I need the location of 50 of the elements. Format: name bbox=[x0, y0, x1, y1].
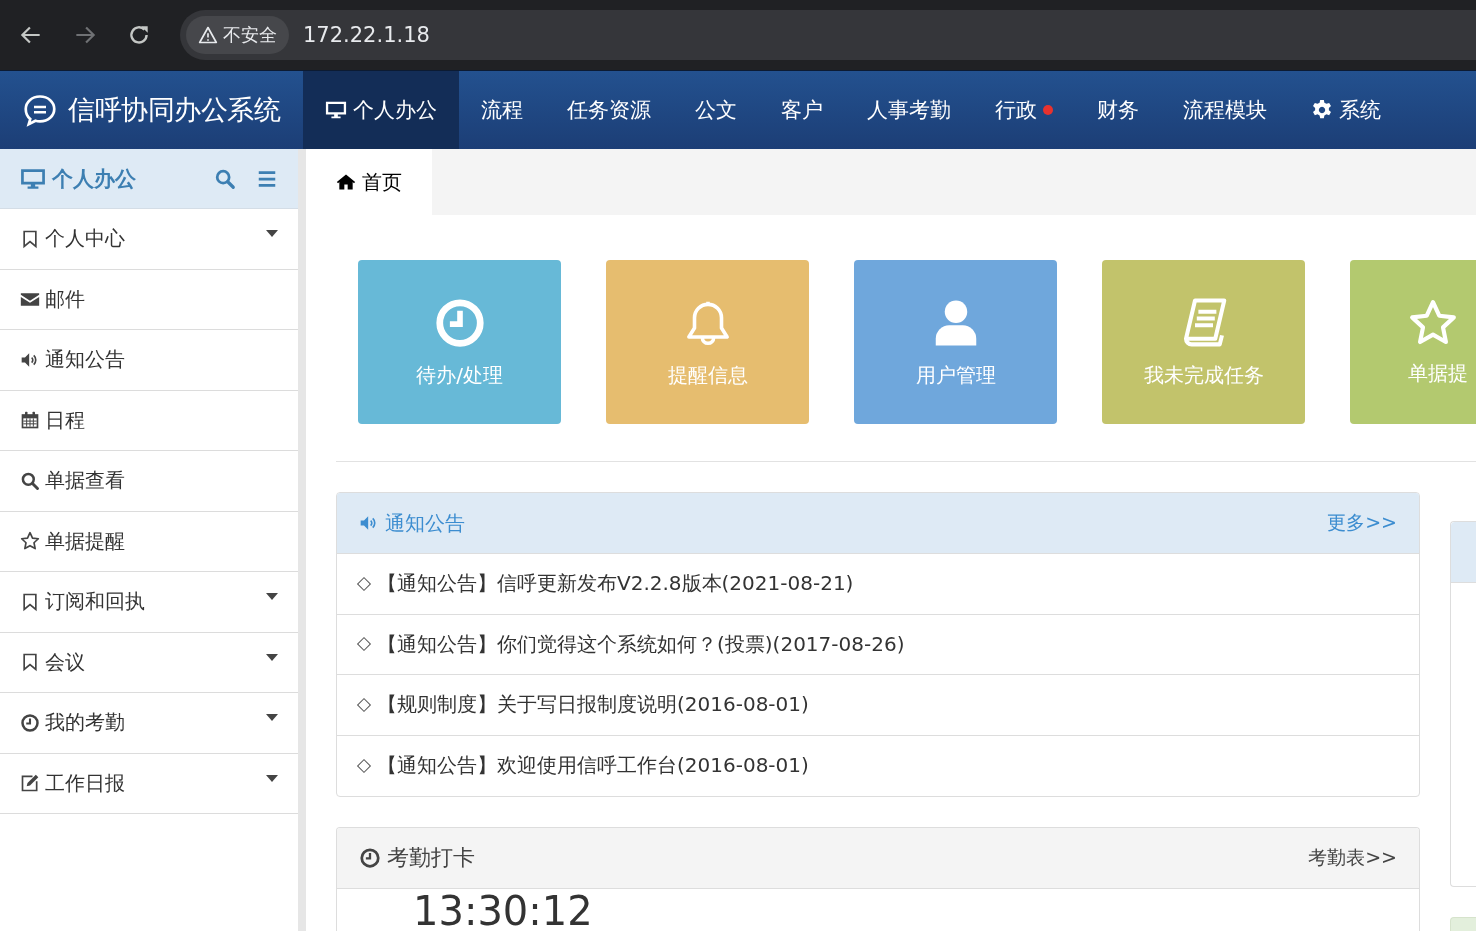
sidebar-item[interactable]: 单据提醒 bbox=[0, 511, 298, 572]
settings-icon bbox=[1311, 99, 1333, 121]
app-title: 信呼协同办公系统 bbox=[68, 93, 280, 127]
monitor-icon bbox=[325, 99, 347, 121]
nav-tab[interactable]: 客户 bbox=[759, 71, 845, 149]
chat-bubble-icon bbox=[22, 92, 58, 128]
nav-tab[interactable]: 系统 bbox=[1289, 71, 1403, 149]
edit-icon bbox=[20, 773, 40, 794]
search-icon bbox=[214, 167, 236, 190]
notice-item[interactable]: 【通知公告】欢迎使用信呼工作台(2016-08-01) bbox=[337, 735, 1419, 796]
sidebar-item[interactable]: 通知公告 bbox=[0, 330, 298, 391]
nav-tab[interactable]: 行政 bbox=[973, 71, 1075, 149]
home-tab[interactable]: 首页 bbox=[306, 149, 432, 215]
home-icon bbox=[336, 172, 356, 192]
sidebar-item[interactable]: 日程 bbox=[0, 390, 298, 451]
attendance-sheet-link[interactable]: 考勤表>> bbox=[1308, 845, 1397, 871]
bookmark-icon bbox=[20, 591, 40, 612]
bookmark-icon bbox=[20, 228, 40, 249]
calendar-icon bbox=[20, 410, 40, 431]
notice-item[interactable]: 【规则制度】关于写日报制度说明(2016-08-01) bbox=[337, 675, 1419, 736]
security-indicator[interactable]: 不安全 bbox=[186, 16, 289, 54]
nav-tab[interactable]: 个人办公 bbox=[303, 71, 459, 149]
sidebar-item[interactable]: 订阅和回执 bbox=[0, 572, 298, 633]
warning-icon bbox=[198, 25, 218, 45]
panel-title: 考勤打卡 bbox=[387, 844, 476, 872]
address-text: 172.22.1.18 bbox=[303, 23, 430, 47]
panel-title: 通知公告 bbox=[385, 509, 466, 537]
nav-tab[interactable]: 人事考勤 bbox=[845, 71, 973, 149]
clock-icon bbox=[359, 847, 381, 869]
sidebar-item[interactable]: 工作日报 bbox=[0, 753, 298, 814]
sidebar-item[interactable]: 单据查看 bbox=[0, 451, 298, 512]
sidebar-title: 个人办公 bbox=[52, 165, 137, 193]
search-button[interactable] bbox=[214, 167, 236, 190]
notice-item[interactable]: 【通知公告】信呼更新发布V2.2.8版本(2021-08-21) bbox=[337, 554, 1419, 615]
notice-item[interactable]: 【通知公告】你们觉得这个系统如何？(投票)(2017-08-26) bbox=[337, 614, 1419, 675]
nav-tab[interactable]: 任务资源 bbox=[545, 71, 673, 149]
address-bar[interactable]: 不安全 172.22.1.18 bbox=[180, 10, 1476, 60]
bookmark-icon bbox=[20, 652, 40, 673]
sidebar-item[interactable]: 个人中心 bbox=[0, 209, 298, 270]
sidebar-item[interactable]: 邮件 bbox=[0, 269, 298, 330]
sidebar-item[interactable]: 我的考勤 bbox=[0, 693, 298, 754]
nav-tab[interactable]: 流程 bbox=[459, 71, 545, 149]
nav-tab[interactable]: 财务 bbox=[1075, 71, 1161, 149]
clock-icon bbox=[20, 712, 40, 733]
search-icon bbox=[20, 470, 40, 491]
clock-time: 13:30:12 bbox=[412, 889, 594, 931]
nav-tab[interactable]: 公文 bbox=[673, 71, 759, 149]
star-icon bbox=[20, 531, 40, 552]
nav-tab[interactable]: 流程模块 bbox=[1161, 71, 1289, 149]
sidebar-item[interactable]: 会议 bbox=[0, 632, 298, 693]
